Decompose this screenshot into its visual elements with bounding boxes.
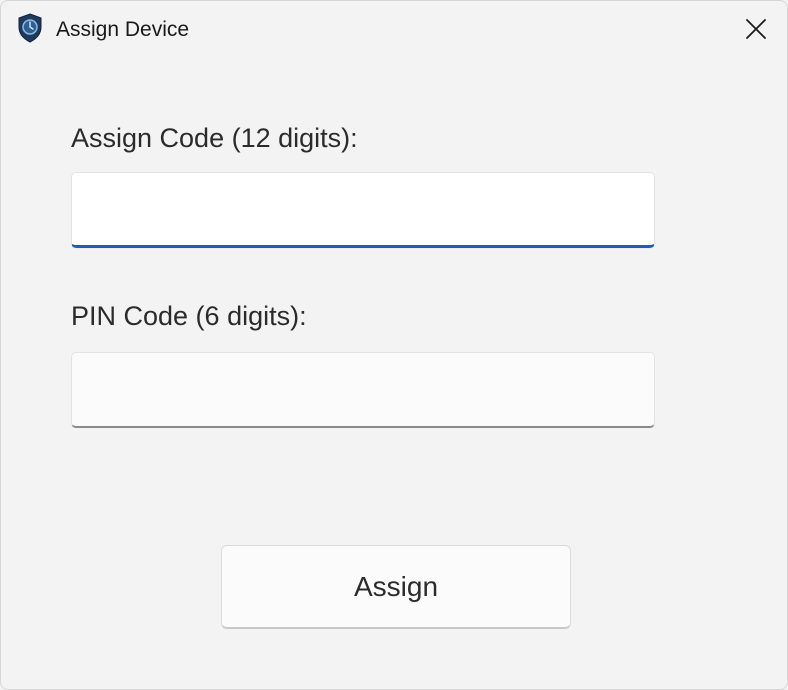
assign-device-dialog: Assign Device Assign Code (12 digits): P… bbox=[0, 0, 788, 690]
title-bar: Assign Device bbox=[1, 1, 787, 57]
assign-button[interactable]: Assign bbox=[221, 545, 571, 629]
assign-code-label: Assign Code (12 digits): bbox=[71, 123, 358, 153]
pin-code-label: PIN Code (6 digits): bbox=[71, 301, 307, 331]
assign-code-input[interactable] bbox=[71, 172, 655, 248]
shield-icon bbox=[17, 13, 43, 43]
close-icon bbox=[745, 18, 767, 40]
close-button[interactable] bbox=[725, 1, 787, 57]
pin-code-input[interactable] bbox=[71, 352, 655, 428]
window-title: Assign Device bbox=[56, 18, 190, 41]
